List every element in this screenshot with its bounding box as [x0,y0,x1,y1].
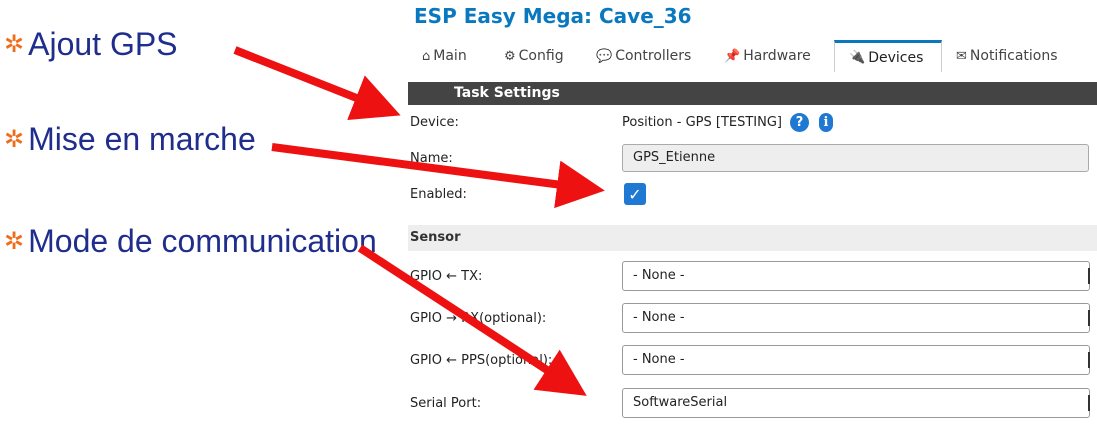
help-icon[interactable]: ? [790,113,809,132]
bullet-text: Mise en marche [28,121,256,157]
tab-config[interactable]: ⚙ Config [490,40,582,72]
name-field[interactable]: GPS_Etienne [622,144,1089,172]
plug-icon: 🔌 [849,50,866,65]
gpio-rx-select[interactable]: - None - [622,303,1090,333]
tab-label: Main [433,48,467,64]
task-settings-header: Task Settings [408,82,1097,105]
tab-label: Hardware [743,48,811,64]
esp-easy-panel: ESP Easy Mega: Cave_36 ⌂ Main ⚙ Config 💬… [408,0,1097,427]
star-icon: ✲ [4,31,25,58]
tab-bar: ⌂ Main ⚙ Config 💬 Controllers 📌 Hardware… [408,40,1097,74]
gpio-rx-label: GPIO → RX(optional): [410,311,547,326]
sensor-header: Sensor [408,225,1097,251]
star-icon: ✲ [4,126,25,153]
speech-bubble-icon: 💬 [596,48,613,64]
dropdown-caret-icon [1085,310,1090,326]
serial-port-label: Serial Port: [410,396,482,411]
bullet-ajout-gps: ✲ Ajout GPS [4,26,178,63]
bullet-mise-en-marche: ✲ Mise en marche [4,121,256,158]
page-title: ESP Easy Mega: Cave_36 [414,4,692,28]
info-icon[interactable]: i [819,113,833,132]
tab-controllers[interactable]: 💬 Controllers [582,40,710,72]
star-icon: ✲ [4,228,25,255]
tab-label: Devices [868,49,924,66]
tab-devices[interactable]: 🔌 Devices [834,40,942,72]
tab-label: Notifications [969,48,1058,64]
enabled-checkbox[interactable]: ✓ [624,183,646,205]
home-icon: ⌂ [422,48,431,64]
serial-port-select[interactable]: SoftwareSerial [622,388,1090,418]
envelope-icon: ✉ [956,48,967,64]
gpio-pps-label: GPIO ← PPS(optional): [410,353,553,368]
select-value: SoftwareSerial [633,395,728,410]
tab-label: Controllers [615,48,692,64]
dropdown-caret-icon [1085,268,1090,284]
dropdown-caret-icon [1085,352,1090,368]
enabled-label: Enabled: [410,187,467,202]
gpio-tx-select[interactable]: - None - [622,261,1090,291]
tab-notifications[interactable]: ✉ Notifications [942,40,1092,72]
name-label: Name: [410,151,453,166]
dropdown-caret-icon [1085,395,1090,411]
select-value: - None - [633,352,685,367]
device-value-row: Position - GPS [TESTING] ? i [622,113,833,132]
select-value: - None - [633,310,685,325]
tab-main[interactable]: ⌂ Main [408,40,490,72]
gpio-tx-label: GPIO ← TX: [410,269,483,284]
slide-bullets: ✲ Ajout GPS ✲ Mise en marche ✲ Mode de c… [0,0,400,427]
gear-icon: ⚙ [504,48,516,64]
device-label: Device: [410,115,459,130]
select-value: - None - [633,268,685,283]
gpio-pps-select[interactable]: - None - [622,345,1090,375]
device-value: Position - GPS [TESTING] [622,115,782,130]
bullet-mode-communication: ✲ Mode de communication [4,223,377,260]
pushpin-icon: 📌 [724,48,741,64]
tab-hardware[interactable]: 📌 Hardware [710,40,834,72]
tab-label: Config [518,48,564,64]
bullet-text: Mode de communication [28,223,377,259]
bullet-text: Ajout GPS [28,26,178,62]
